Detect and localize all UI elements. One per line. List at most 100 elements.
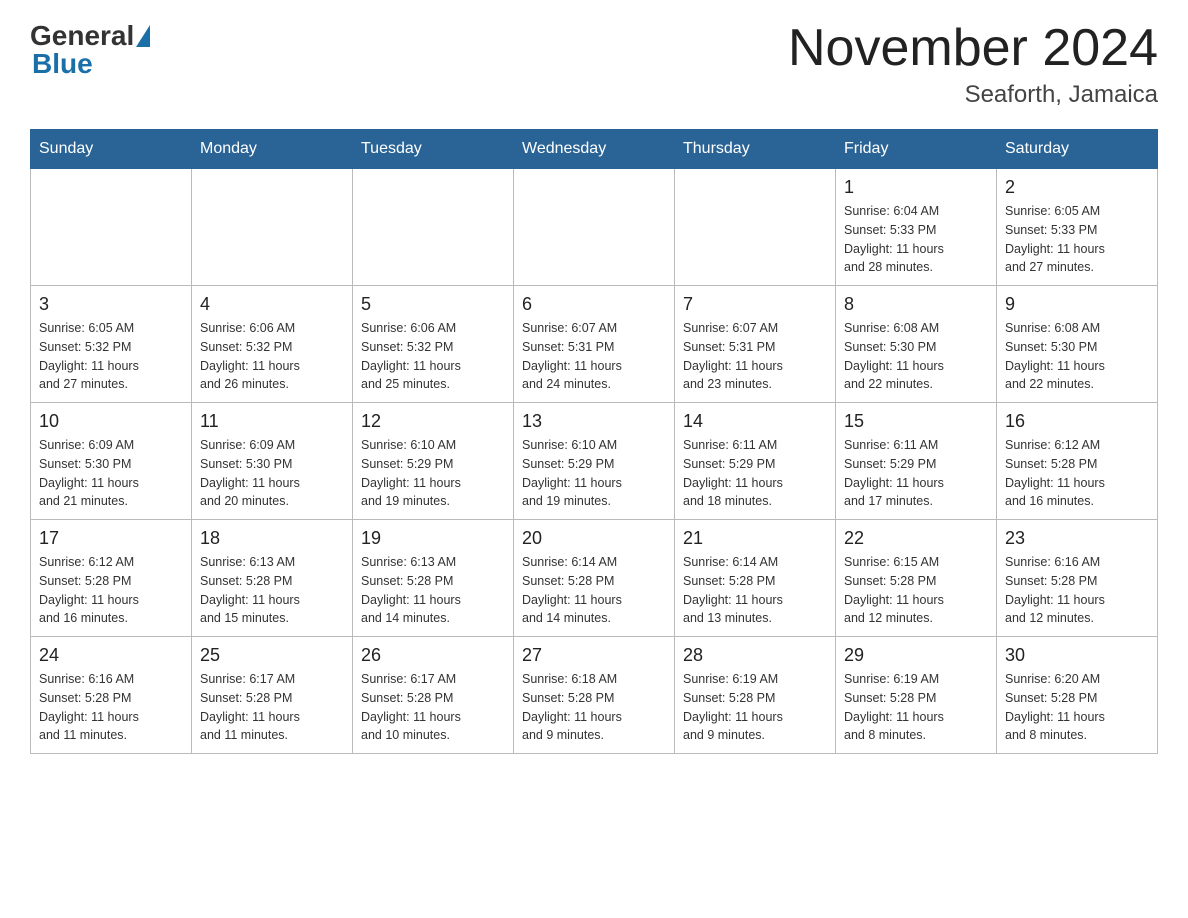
calendar-cell xyxy=(514,169,675,286)
day-number: 11 xyxy=(200,411,344,432)
day-info: Sunrise: 6:19 AM Sunset: 5:28 PM Dayligh… xyxy=(844,670,988,745)
weekday-header-wednesday: Wednesday xyxy=(514,130,675,169)
calendar-cell: 14 Sunrise: 6:11 AM Sunset: 5:29 PM Dayli… xyxy=(675,403,836,520)
day-info: Sunrise: 6:04 AM Sunset: 5:33 PM Dayligh… xyxy=(844,202,988,277)
day-number: 10 xyxy=(39,411,183,432)
day-info: Sunrise: 6:07 AM Sunset: 5:31 PM Dayligh… xyxy=(522,319,666,394)
calendar-cell: 18 Sunrise: 6:13 AM Sunset: 5:28 PM Dayli… xyxy=(192,520,353,637)
calendar-cell xyxy=(675,169,836,286)
day-number: 4 xyxy=(200,294,344,315)
weekday-header-tuesday: Tuesday xyxy=(353,130,514,169)
day-number: 29 xyxy=(844,645,988,666)
calendar-cell: 20Sunrise: 6:14 AM Sunset: 5:28 PM Dayli… xyxy=(514,520,675,637)
calendar-week-row: 3Sunrise: 6:05 AM Sunset: 5:32 PM Daylig… xyxy=(31,286,1158,403)
calendar-cell: 7Sunrise: 6:07 AM Sunset: 5:31 PM Daylig… xyxy=(675,286,836,403)
day-info: Sunrise: 6:09 AM Sunset: 5:30 PM Dayligh… xyxy=(39,436,183,511)
day-info: Sunrise: 6:17 AM Sunset: 5:28 PM Dayligh… xyxy=(361,670,505,745)
weekday-header-monday: Monday xyxy=(192,130,353,169)
calendar-cell: 11 Sunrise: 6:09 AM Sunset: 5:30 PM Dayli… xyxy=(192,403,353,520)
weekday-header-saturday: Saturday xyxy=(997,130,1158,169)
calendar-week-row: 10 Sunrise: 6:09 AM Sunset: 5:30 PM Dayli… xyxy=(31,403,1158,520)
day-number: 9 xyxy=(1005,294,1149,315)
logo-blue-text: Blue xyxy=(32,48,93,80)
day-number: 2 xyxy=(1005,177,1149,198)
month-title: November 2024 xyxy=(788,20,1158,77)
day-number: 16 xyxy=(1005,411,1149,432)
day-number: 14 xyxy=(683,411,827,432)
day-number: 1 xyxy=(844,177,988,198)
day-number: 19 xyxy=(361,528,505,549)
calendar-cell: 17Sunrise: 6:12 AM Sunset: 5:28 PM Dayli… xyxy=(31,520,192,637)
day-info: Sunrise: 6:10 AM Sunset: 5:29 PM Dayligh… xyxy=(522,436,666,511)
day-info: Sunrise: 6:18 AM Sunset: 5:28 PM Dayligh… xyxy=(522,670,666,745)
day-info: Sunrise: 6:14 AM Sunset: 5:28 PM Dayligh… xyxy=(683,553,827,628)
calendar-cell: 23 Sunrise: 6:16 AM Sunset: 5:28 PM Dayli… xyxy=(997,520,1158,637)
day-info: Sunrise: 6:10 AM Sunset: 5:29 PM Dayligh… xyxy=(361,436,505,511)
calendar-cell: 3Sunrise: 6:05 AM Sunset: 5:32 PM Daylig… xyxy=(31,286,192,403)
calendar-cell: 19 Sunrise: 6:13 AM Sunset: 5:28 PM Dayli… xyxy=(353,520,514,637)
day-number: 13 xyxy=(522,411,666,432)
day-number: 12 xyxy=(361,411,505,432)
calendar-cell: 25 Sunrise: 6:17 AM Sunset: 5:28 PM Dayli… xyxy=(192,637,353,754)
calendar-week-row: 1 Sunrise: 6:04 AM Sunset: 5:33 PM Daylig… xyxy=(31,169,1158,286)
location-title: Seaforth, Jamaica xyxy=(788,81,1158,109)
calendar-cell: 5 Sunrise: 6:06 AM Sunset: 5:32 PM Daylig… xyxy=(353,286,514,403)
day-info: Sunrise: 6:06 AM Sunset: 5:32 PM Dayligh… xyxy=(361,319,505,394)
weekday-header-friday: Friday xyxy=(836,130,997,169)
calendar-cell xyxy=(31,169,192,286)
day-info: Sunrise: 6:17 AM Sunset: 5:28 PM Dayligh… xyxy=(200,670,344,745)
day-info: Sunrise: 6:12 AM Sunset: 5:28 PM Dayligh… xyxy=(1005,436,1149,511)
day-number: 22 xyxy=(844,528,988,549)
day-info: Sunrise: 6:05 AM Sunset: 5:33 PM Dayligh… xyxy=(1005,202,1149,277)
calendar-cell: 27Sunrise: 6:18 AM Sunset: 5:28 PM Dayli… xyxy=(514,637,675,754)
logo-triangle-icon xyxy=(136,25,150,47)
day-number: 18 xyxy=(200,528,344,549)
weekday-header-row: SundayMondayTuesdayWednesdayThursdayFrid… xyxy=(31,130,1158,169)
day-info: Sunrise: 6:05 AM Sunset: 5:32 PM Dayligh… xyxy=(39,319,183,394)
calendar-table: SundayMondayTuesdayWednesdayThursdayFrid… xyxy=(30,129,1158,754)
day-info: Sunrise: 6:20 AM Sunset: 5:28 PM Dayligh… xyxy=(1005,670,1149,745)
day-number: 21 xyxy=(683,528,827,549)
calendar-cell: 1 Sunrise: 6:04 AM Sunset: 5:33 PM Daylig… xyxy=(836,169,997,286)
day-info: Sunrise: 6:19 AM Sunset: 5:28 PM Dayligh… xyxy=(683,670,827,745)
calendar-cell: 6 Sunrise: 6:07 AM Sunset: 5:31 PM Daylig… xyxy=(514,286,675,403)
day-info: Sunrise: 6:13 AM Sunset: 5:28 PM Dayligh… xyxy=(200,553,344,628)
calendar-cell: 26Sunrise: 6:17 AM Sunset: 5:28 PM Dayli… xyxy=(353,637,514,754)
calendar-cell: 29 Sunrise: 6:19 AM Sunset: 5:28 PM Dayli… xyxy=(836,637,997,754)
title-area: November 2024 Seaforth, Jamaica xyxy=(788,20,1158,109)
day-number: 25 xyxy=(200,645,344,666)
day-number: 30 xyxy=(1005,645,1149,666)
calendar-cell: 15Sunrise: 6:11 AM Sunset: 5:29 PM Dayli… xyxy=(836,403,997,520)
day-number: 28 xyxy=(683,645,827,666)
day-info: Sunrise: 6:16 AM Sunset: 5:28 PM Dayligh… xyxy=(39,670,183,745)
calendar-week-row: 24Sunrise: 6:16 AM Sunset: 5:28 PM Dayli… xyxy=(31,637,1158,754)
calendar-cell: 12 Sunrise: 6:10 AM Sunset: 5:29 PM Dayli… xyxy=(353,403,514,520)
day-number: 23 xyxy=(1005,528,1149,549)
day-number: 8 xyxy=(844,294,988,315)
day-info: Sunrise: 6:11 AM Sunset: 5:29 PM Dayligh… xyxy=(683,436,827,511)
calendar-cell: 13 Sunrise: 6:10 AM Sunset: 5:29 PM Dayli… xyxy=(514,403,675,520)
logo-area: General Blue xyxy=(30,20,150,80)
day-info: Sunrise: 6:13 AM Sunset: 5:28 PM Dayligh… xyxy=(361,553,505,628)
calendar-cell xyxy=(353,169,514,286)
calendar-cell: 4 Sunrise: 6:06 AM Sunset: 5:32 PM Daylig… xyxy=(192,286,353,403)
calendar-cell: 2 Sunrise: 6:05 AM Sunset: 5:33 PM Daylig… xyxy=(997,169,1158,286)
day-info: Sunrise: 6:08 AM Sunset: 5:30 PM Dayligh… xyxy=(844,319,988,394)
calendar-cell: 21 Sunrise: 6:14 AM Sunset: 5:28 PM Dayli… xyxy=(675,520,836,637)
day-info: Sunrise: 6:11 AM Sunset: 5:29 PM Dayligh… xyxy=(844,436,988,511)
calendar-cell: 9 Sunrise: 6:08 AM Sunset: 5:30 PM Daylig… xyxy=(997,286,1158,403)
calendar-cell: 22Sunrise: 6:15 AM Sunset: 5:28 PM Dayli… xyxy=(836,520,997,637)
day-info: Sunrise: 6:09 AM Sunset: 5:30 PM Dayligh… xyxy=(200,436,344,511)
calendar-cell: 10 Sunrise: 6:09 AM Sunset: 5:30 PM Dayli… xyxy=(31,403,192,520)
calendar-cell: 30 Sunrise: 6:20 AM Sunset: 5:28 PM Dayli… xyxy=(997,637,1158,754)
day-info: Sunrise: 6:08 AM Sunset: 5:30 PM Dayligh… xyxy=(1005,319,1149,394)
day-number: 20 xyxy=(522,528,666,549)
day-info: Sunrise: 6:16 AM Sunset: 5:28 PM Dayligh… xyxy=(1005,553,1149,628)
calendar-cell: 8 Sunrise: 6:08 AM Sunset: 5:30 PM Daylig… xyxy=(836,286,997,403)
day-info: Sunrise: 6:12 AM Sunset: 5:28 PM Dayligh… xyxy=(39,553,183,628)
page-header: General Blue November 2024 Seaforth, Jam… xyxy=(30,20,1158,109)
day-info: Sunrise: 6:06 AM Sunset: 5:32 PM Dayligh… xyxy=(200,319,344,394)
day-number: 5 xyxy=(361,294,505,315)
calendar-cell: 28 Sunrise: 6:19 AM Sunset: 5:28 PM Dayli… xyxy=(675,637,836,754)
day-number: 6 xyxy=(522,294,666,315)
